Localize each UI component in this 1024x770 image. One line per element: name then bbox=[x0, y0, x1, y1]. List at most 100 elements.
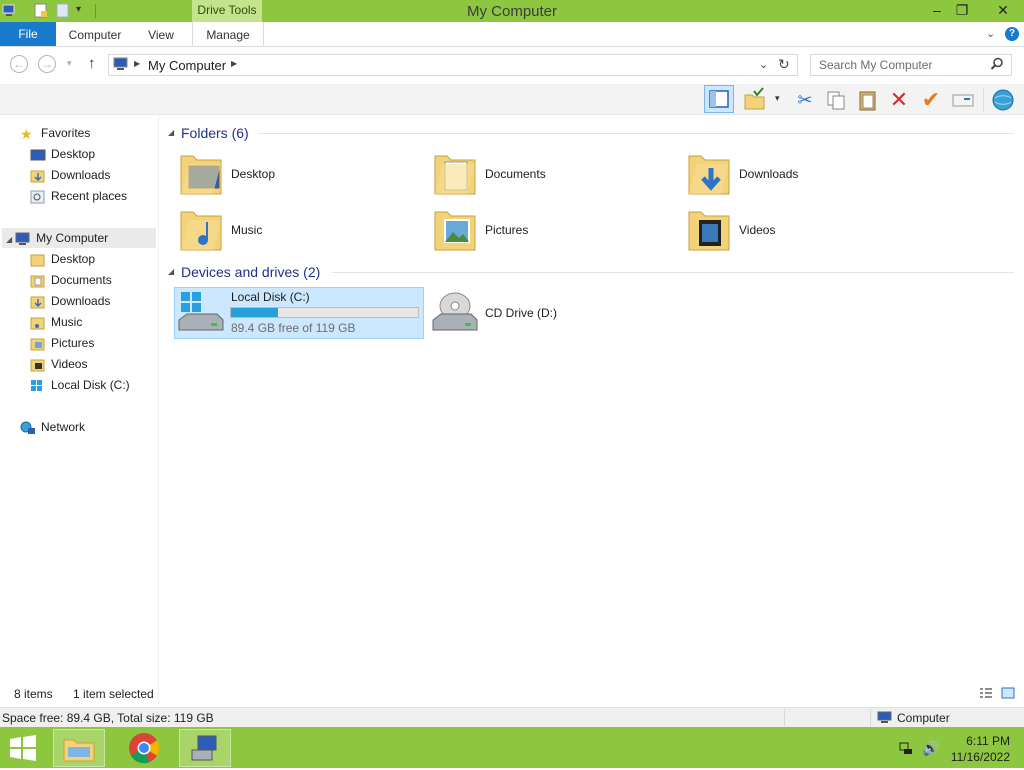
folder-options-icon[interactable] bbox=[742, 87, 768, 113]
large-icons-view-icon[interactable] bbox=[1001, 687, 1015, 699]
folder-desktop-label[interactable]: Desktop bbox=[231, 167, 275, 181]
nav-label: Videos bbox=[51, 357, 88, 371]
local-disk-free-space: 89.4 GB free of 119 GB bbox=[231, 321, 356, 335]
recent-locations-icon[interactable]: ▾ bbox=[67, 58, 72, 69]
network-globe-icon[interactable] bbox=[990, 87, 1016, 113]
address-dropdown-icon[interactable]: ⌄ bbox=[759, 58, 768, 71]
nav-label: Documents bbox=[51, 273, 112, 287]
nav-computer-desktop[interactable]: Desktop bbox=[30, 249, 95, 269]
toolbar-separator bbox=[983, 88, 984, 112]
clock-time: 6:11 PM bbox=[966, 734, 1010, 748]
nav-favorite-downloads[interactable]: Downloads bbox=[30, 165, 110, 185]
nav-network[interactable]: Network bbox=[20, 417, 85, 437]
search-icon[interactable] bbox=[990, 57, 1004, 71]
videos-folder-icon[interactable] bbox=[687, 206, 731, 252]
up-button[interactable]: ↑ bbox=[88, 55, 96, 72]
nav-label: Network bbox=[41, 420, 86, 434]
my-computer-taskbar-icon[interactable] bbox=[179, 729, 231, 767]
chrome-taskbar-icon[interactable] bbox=[118, 729, 170, 767]
address-path[interactable]: My Computer bbox=[148, 58, 226, 73]
volume-icon[interactable]: 🔊 bbox=[922, 740, 939, 757]
recent-places-icon bbox=[30, 190, 46, 204]
nav-computer-music[interactable]: Music bbox=[30, 312, 82, 332]
local-disk-name[interactable]: Local Disk (C:) bbox=[231, 290, 310, 304]
nav-computer-local-disk[interactable]: Local Disk (C:) bbox=[30, 375, 130, 395]
desktop-folder-icon[interactable] bbox=[179, 150, 223, 196]
collapse-folders-icon[interactable]: ◢ bbox=[168, 128, 174, 137]
properties-icon[interactable] bbox=[950, 87, 976, 113]
folder-videos-label[interactable]: Videos bbox=[739, 223, 775, 237]
nav-favorite-desktop[interactable]: Desktop bbox=[30, 144, 95, 164]
close-button[interactable]: ✕ bbox=[982, 0, 1024, 20]
copy-icon[interactable] bbox=[823, 87, 849, 113]
nav-label: My Computer bbox=[36, 231, 109, 245]
computer-icon bbox=[113, 57, 129, 71]
chevron-right-icon[interactable]: ▶ bbox=[231, 59, 237, 68]
pane-divider[interactable] bbox=[158, 115, 159, 705]
collapse-devices-icon[interactable]: ◢ bbox=[168, 267, 174, 276]
options-dropdown-icon[interactable]: ▾ bbox=[775, 93, 780, 104]
windows-start-icon[interactable] bbox=[8, 735, 38, 761]
nav-label: Downloads bbox=[51, 168, 111, 182]
folder-documents-label[interactable]: Documents bbox=[485, 167, 546, 181]
back-button[interactable]: ← bbox=[10, 55, 28, 73]
ribbon-expand-icon[interactable]: ⌄ bbox=[986, 27, 995, 40]
folder-icon bbox=[30, 253, 46, 267]
devices-header[interactable]: Devices and drives (2) bbox=[181, 264, 320, 280]
tab-manage[interactable]: Manage bbox=[192, 22, 264, 46]
details-view-icon[interactable] bbox=[979, 687, 993, 699]
file-explorer-taskbar-icon[interactable] bbox=[53, 729, 105, 767]
nav-favorite-recent-places[interactable]: Recent places bbox=[30, 186, 127, 206]
pictures-folder-icon bbox=[30, 337, 46, 351]
windows-drive-icon bbox=[30, 379, 46, 393]
rename-icon[interactable]: ✔ bbox=[918, 87, 944, 113]
forward-button[interactable]: → bbox=[38, 55, 56, 73]
folder-music-label[interactable]: Music bbox=[231, 223, 262, 237]
tab-computer[interactable]: Computer bbox=[60, 22, 130, 46]
disk-usage-fill bbox=[231, 308, 278, 317]
cd-drive-name[interactable]: CD Drive (D:) bbox=[485, 306, 557, 320]
nav-favorites[interactable]: ★ Favorites bbox=[20, 123, 90, 143]
folder-downloads-label[interactable]: Downloads bbox=[739, 167, 798, 181]
documents-folder-icon[interactable] bbox=[433, 150, 477, 196]
help-icon[interactable]: ? bbox=[1005, 27, 1019, 41]
downloads-folder-icon[interactable] bbox=[687, 150, 731, 196]
downloads-folder-icon bbox=[30, 295, 46, 309]
folders-header[interactable]: Folders (6) bbox=[181, 125, 249, 141]
nav-computer-documents[interactable]: Documents bbox=[30, 270, 112, 290]
status-divider bbox=[870, 709, 871, 726]
maximize-button[interactable]: ❐ bbox=[946, 0, 978, 20]
network-status-icon[interactable] bbox=[898, 740, 914, 756]
tab-file[interactable]: File bbox=[0, 22, 56, 46]
nav-label: Recent places bbox=[51, 189, 128, 203]
status-selection: 1 item selected bbox=[73, 687, 154, 701]
search-input[interactable]: Search My Computer bbox=[819, 58, 932, 72]
pictures-folder-icon[interactable] bbox=[433, 206, 477, 252]
local-disk-icon[interactable] bbox=[177, 290, 225, 336]
tab-view[interactable]: View bbox=[134, 22, 188, 46]
nav-computer-downloads[interactable]: Downloads bbox=[30, 291, 110, 311]
nav-my-computer[interactable]: ◢ My Computer bbox=[6, 228, 108, 248]
nav-label: Local Disk (C:) bbox=[51, 378, 130, 392]
nav-favorites-label: Favorites bbox=[41, 126, 91, 140]
nav-computer-videos[interactable]: Videos bbox=[30, 354, 87, 374]
preview-pane-icon[interactable] bbox=[704, 85, 734, 113]
cd-drive-icon[interactable] bbox=[431, 290, 479, 336]
section-divider bbox=[332, 272, 1014, 273]
chevron-right-icon[interactable]: ▶ bbox=[134, 59, 140, 68]
status-space: Space free: 89.4 GB, Total size: 119 GB bbox=[2, 711, 214, 725]
status-location: Computer bbox=[897, 711, 950, 725]
computer-icon bbox=[877, 711, 893, 724]
delete-icon[interactable]: ✕ bbox=[886, 87, 912, 113]
cut-icon[interactable]: ✂ bbox=[792, 87, 818, 113]
taskbar-clock[interactable]: 6:11 PM 11/16/2022 bbox=[951, 733, 1010, 765]
paste-icon[interactable] bbox=[855, 87, 881, 113]
music-folder-icon[interactable] bbox=[179, 206, 223, 252]
nav-computer-pictures[interactable]: Pictures bbox=[30, 333, 94, 353]
folder-pictures-label[interactable]: Pictures bbox=[485, 223, 528, 237]
nav-label: Desktop bbox=[51, 252, 96, 266]
computer-icon bbox=[15, 232, 31, 246]
window-title: My Computer bbox=[466, 3, 558, 20]
refresh-icon[interactable]: ↻ bbox=[778, 56, 790, 73]
collapse-icon[interactable]: ◢ bbox=[6, 235, 12, 244]
